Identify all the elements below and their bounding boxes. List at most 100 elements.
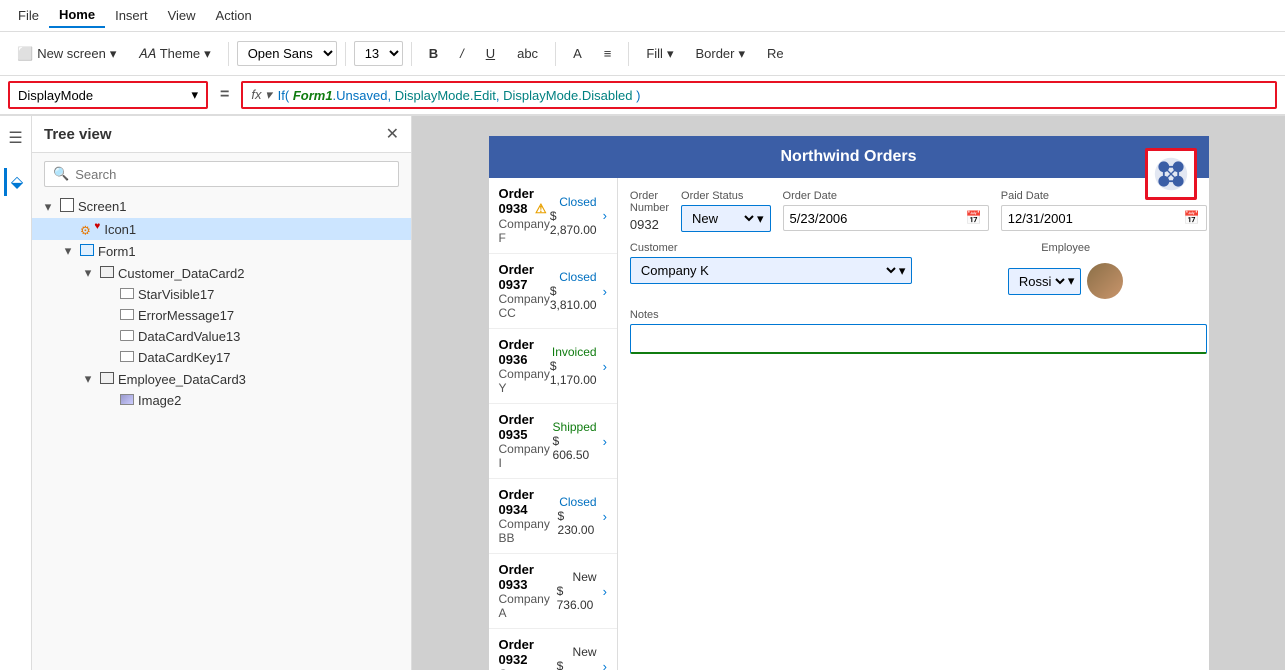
formula-equals: =: [220, 86, 229, 104]
align-button[interactable]: ≡: [595, 41, 621, 66]
paid-date-calendar-icon[interactable]: 📅: [1184, 210, 1200, 226]
theme-button[interactable]: 𝐴𝐴 Theme ▾: [129, 41, 219, 67]
menu-home[interactable]: Home: [49, 3, 105, 28]
order-row-0937[interactable]: Order 0937 Company CC Closed $ 3,810.00 …: [489, 254, 617, 329]
italic-button[interactable]: /: [451, 41, 473, 66]
order-row-0934[interactable]: Order 0934 Company BB Closed $ 230.00 ›: [489, 479, 617, 554]
icon1-svg: [1153, 156, 1189, 192]
tree-item-icon1[interactable]: ⚙ ♥ Icon1: [32, 218, 411, 240]
order-status-select-chevron-icon: ▾: [757, 211, 764, 227]
form1-chevron-icon: ▾: [60, 243, 76, 259]
formula-text[interactable]: If( Form1.Unsaved, DisplayMode.Edit, Dis…: [278, 88, 641, 103]
formula-name-box[interactable]: DisplayMode ▾: [8, 81, 208, 109]
menu-file[interactable]: File: [8, 4, 49, 27]
order-status-0937: Closed: [559, 270, 596, 284]
detail-row-1: Order Number 0932 Order Status New Close…: [630, 190, 1207, 232]
order-row-0938[interactable]: Order 0938 ⚠ Company F Closed $ 2,870.00…: [489, 178, 617, 254]
order-left-0933: Order 0933 Company A: [499, 562, 557, 620]
icon1-overlay[interactable]: [1145, 148, 1197, 200]
customer-select-container[interactable]: Company K ▾: [630, 257, 913, 284]
menu-view[interactable]: View: [158, 4, 206, 27]
search-input[interactable]: [75, 167, 390, 182]
customer-label: Customer: [630, 242, 913, 254]
datacardkey17-label: DataCardKey17: [138, 350, 403, 365]
canvas-area[interactable]: Northwind Orders Order 0938 ⚠ Company F …: [412, 116, 1285, 670]
employee-datacard3-icon: [100, 372, 114, 387]
employee-select[interactable]: Rossi: [1015, 273, 1068, 290]
tree-item-employee-datacard3[interactable]: ▾ Employee_DataCard3: [32, 368, 411, 390]
theme-icon: 𝐴𝐴: [138, 46, 155, 62]
order-right-0933: New $ 736.00: [557, 570, 597, 612]
toolbar-separator-5: [628, 42, 629, 66]
employee-field: Employee Rossi ▾: [924, 242, 1207, 299]
tree-item-starvisible17[interactable]: StarVisible17: [32, 284, 411, 305]
tree-item-image2[interactable]: Image2: [32, 390, 411, 411]
order-left-0935: Order 0935 Company I: [499, 412, 553, 470]
employee-datacard3-label: Employee_DataCard3: [118, 372, 403, 387]
border-chevron-icon: ▾: [739, 46, 746, 62]
form1-icon: [80, 244, 94, 259]
fx-label: fx: [251, 87, 261, 102]
customer-datacard2-chevron-icon: ▾: [80, 265, 96, 281]
layers-icon[interactable]: ⬙: [4, 168, 27, 196]
toolbar-separator-2: [345, 42, 346, 66]
reorder-button[interactable]: Re: [758, 41, 793, 66]
notes-input[interactable]: [630, 324, 1207, 354]
border-button[interactable]: Border ▾: [686, 41, 754, 67]
tree-item-datacardvalue13[interactable]: DataCardValue13: [32, 326, 411, 347]
order-date-input[interactable]: [790, 211, 966, 226]
paid-date-container[interactable]: 📅: [1001, 205, 1207, 231]
order-row-0933[interactable]: Order 0933 Company A New $ 736.00 ›: [489, 554, 617, 629]
menu-action[interactable]: Action: [206, 4, 262, 27]
search-box: 🔍: [44, 161, 399, 187]
font-color-button[interactable]: A: [564, 41, 591, 66]
order-date-calendar-icon[interactable]: 📅: [966, 210, 982, 226]
order-amount-0937: $ 3,810.00: [550, 284, 597, 312]
tree-item-datacardkey17[interactable]: DataCardKey17: [32, 347, 411, 368]
order-company-0938: Company F: [499, 217, 550, 245]
employee-select-container[interactable]: Rossi ▾: [1008, 268, 1082, 295]
hamburger-menu-icon[interactable]: ☰: [4, 124, 26, 152]
tree-close-button[interactable]: ✕: [386, 124, 399, 144]
fill-button[interactable]: Fill ▾: [637, 41, 682, 67]
font-family-select[interactable]: Open Sans: [237, 41, 337, 66]
tree-item-errormessage17[interactable]: ErrorMessage17: [32, 305, 411, 326]
order-row-0932[interactable]: Order 0932 Company K New $ 800.00 ›: [489, 629, 617, 670]
order-status-select-container[interactable]: New Closed Invoiced Shipped ▾: [681, 205, 771, 232]
order-num-0936: Order 0936: [499, 337, 550, 367]
order-company-0936: Company Y: [499, 367, 550, 395]
tree-item-form1[interactable]: ▾ Form1: [32, 240, 411, 262]
order-status-select[interactable]: New Closed Invoiced Shipped: [688, 210, 757, 227]
menu-insert[interactable]: Insert: [105, 4, 158, 27]
order-date-container[interactable]: 📅: [783, 205, 989, 231]
underline-button[interactable]: U: [477, 41, 504, 66]
tree-item-screen1[interactable]: ▾ Screen1: [32, 195, 411, 218]
strikethrough-button[interactable]: abc: [508, 41, 547, 66]
order-status-0936: Invoiced: [552, 345, 597, 359]
paid-date-input[interactable]: [1008, 211, 1184, 226]
order-amount-0934: $ 230.00: [558, 509, 597, 537]
tree-content: ▾ Screen1 ⚙ ♥ Icon1 ▾ Form1: [32, 195, 411, 670]
app-title: Northwind Orders: [489, 136, 1209, 178]
font-size-select[interactable]: 13: [354, 41, 403, 66]
new-screen-button[interactable]: ⬜ New screen ▾: [8, 41, 125, 67]
toolbar: ⬜ New screen ▾ 𝐴𝐴 Theme ▾ Open Sans 13 B…: [0, 32, 1285, 76]
formula-bar: DisplayMode ▾ = fx ▾ If( Form1.Unsaved, …: [0, 76, 1285, 116]
order-status-label: Order Status: [681, 190, 771, 202]
toolbar-separator-4: [555, 42, 556, 66]
formula-fx-button[interactable]: fx ▾: [251, 87, 271, 103]
datacardvalue13-label: DataCardValue13: [138, 329, 403, 344]
bold-button[interactable]: B: [420, 41, 447, 66]
tree-item-customer-datacard2[interactable]: ▾ Customer_DataCard2: [32, 262, 411, 284]
order-status-0932: New: [573, 645, 597, 659]
order-row-0936[interactable]: Order 0936 Company Y Invoiced $ 1,170.00…: [489, 329, 617, 404]
order-left-0938: Order 0938 ⚠ Company F: [499, 186, 550, 245]
screen1-chevron-icon: ▾: [40, 199, 56, 215]
notes-label: Notes: [630, 309, 1207, 321]
order-company-0933: Company A: [499, 592, 557, 620]
customer-select[interactable]: Company K: [637, 262, 899, 279]
errormessage17-label: ErrorMessage17: [138, 308, 403, 323]
formula-name-chevron-icon: ▾: [191, 87, 198, 103]
order-row-0935[interactable]: Order 0935 Company I Shipped $ 606.50 ›: [489, 404, 617, 479]
order-chevron-0932: ›: [603, 659, 607, 670]
